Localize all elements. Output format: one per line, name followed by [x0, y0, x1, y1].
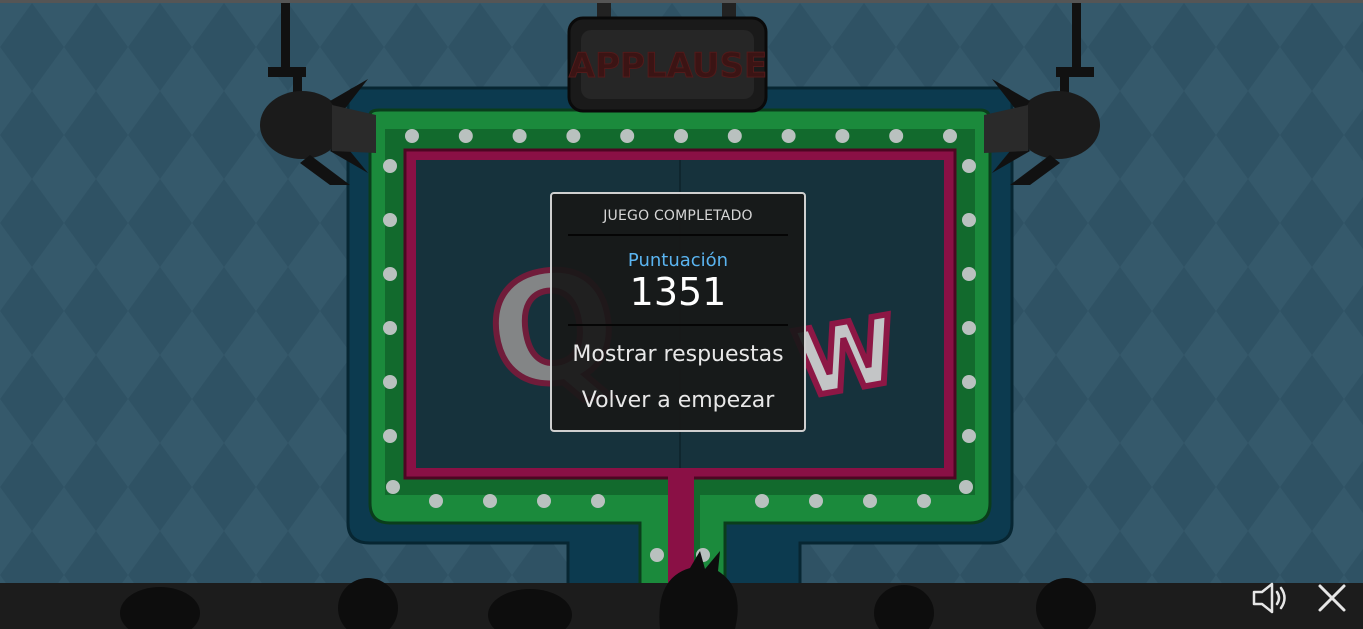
marquee-bulb — [962, 321, 976, 335]
marquee-bulb — [405, 129, 419, 143]
marquee-bulb — [863, 494, 877, 508]
score-value: 1351 — [629, 270, 727, 314]
marquee-bulb — [835, 129, 850, 143]
marquee-bulb — [727, 129, 742, 143]
marquee-bulb — [383, 321, 397, 335]
applause-sign: APPLAUSE — [567, 3, 768, 113]
marquee-bulb — [458, 129, 473, 143]
marquee-bulb — [383, 375, 397, 389]
marquee-bulb — [383, 213, 397, 227]
marquee-bulb — [512, 129, 527, 143]
marquee-bulb — [889, 129, 904, 143]
score-label: Puntuación — [627, 250, 729, 271]
marquee-bulb — [674, 129, 688, 143]
close-icon[interactable] — [1314, 580, 1354, 616]
marquee-bulb — [962, 159, 976, 173]
marquee-bulb — [959, 480, 973, 494]
marquee-bulb — [386, 480, 400, 494]
game-completed-dialog: JUEGO COMPLETADO Puntuación 1351 Mostrar… — [550, 192, 806, 432]
marquee-bulb — [917, 494, 931, 508]
marquee-bulb — [383, 429, 397, 443]
marquee-bulb — [383, 159, 397, 173]
divider — [568, 324, 788, 326]
marquee-bulb — [962, 375, 976, 389]
marquee-bulb — [383, 267, 397, 281]
marquee-bulb — [781, 129, 796, 143]
show-answers-button[interactable]: Mostrar respuestas — [558, 338, 798, 372]
marquee-bulb — [591, 494, 605, 508]
restart-button[interactable]: Volver a empezar — [558, 384, 798, 418]
marquee-bulb — [650, 548, 664, 562]
marquee-bulb — [962, 429, 976, 443]
marquee-bulb — [429, 494, 443, 508]
marquee-bulb — [483, 494, 497, 508]
marquee-bulb — [620, 129, 635, 143]
dialog-title: JUEGO COMPLETADO — [603, 208, 753, 224]
marquee-bulb — [566, 129, 581, 143]
marquee-bulb — [537, 494, 551, 508]
marquee-bulb — [943, 129, 957, 143]
marquee-bulb — [755, 494, 769, 508]
marquee-bulb — [962, 267, 976, 281]
divider — [568, 234, 788, 236]
marquee-bulb — [962, 213, 976, 227]
marquee-bulb — [809, 494, 823, 508]
applause-text: APPLAUSE — [569, 46, 767, 86]
speaker-icon[interactable] — [1250, 580, 1290, 616]
